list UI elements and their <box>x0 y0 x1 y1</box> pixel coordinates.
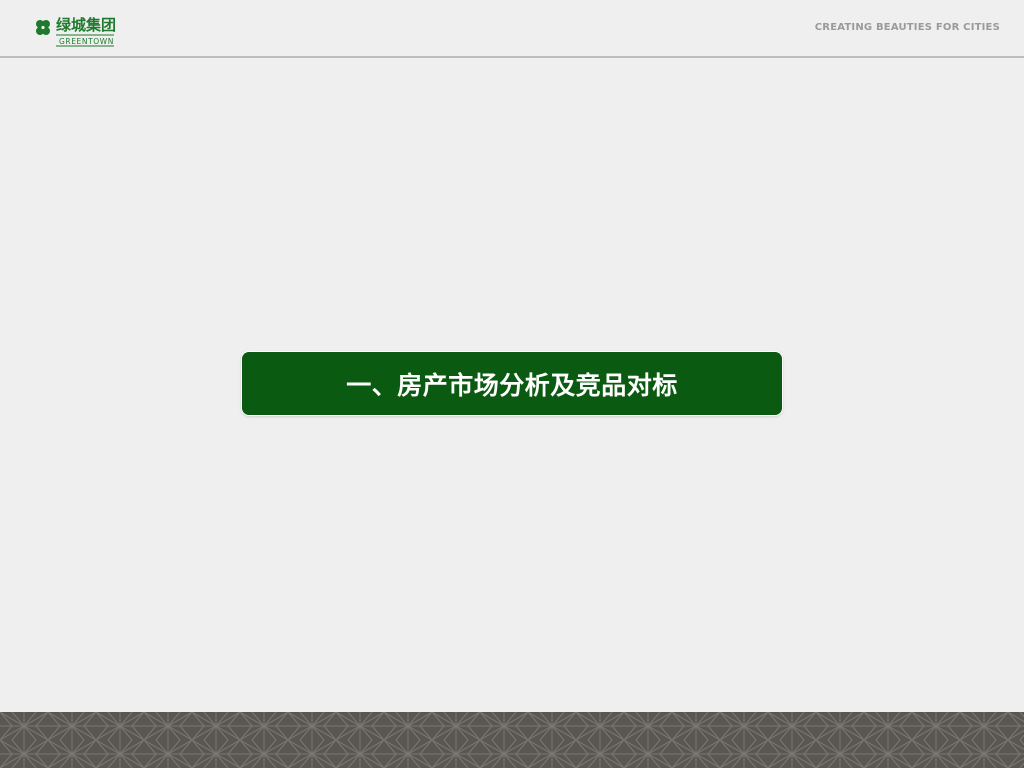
slide-page: 绿城集团 GREENTOWN CREATING BEAUTIES FOR CIT… <box>0 0 1024 768</box>
brand-cn-text: 绿城集团 <box>56 16 116 34</box>
asanoha-pattern-icon <box>0 712 1024 768</box>
section-title-box: 一、房产市场分析及竞品对标 <box>242 352 782 415</box>
greentown-logo: 绿城集团 GREENTOWN <box>20 10 116 48</box>
slogan-text: CREATING BEAUTIES FOR CITIES <box>814 22 1000 33</box>
brand-en-text: GREENTOWN <box>59 37 114 46</box>
header-divider <box>0 56 1024 58</box>
greentown-clover-icon: 绿城集团 GREENTOWN <box>20 13 116 47</box>
section-title: 一、房产市场分析及竞品对标 <box>346 370 678 400</box>
slide-header: 绿城集团 GREENTOWN CREATING BEAUTIES FOR CIT… <box>0 0 1024 56</box>
footer-pattern-band <box>0 712 1024 768</box>
